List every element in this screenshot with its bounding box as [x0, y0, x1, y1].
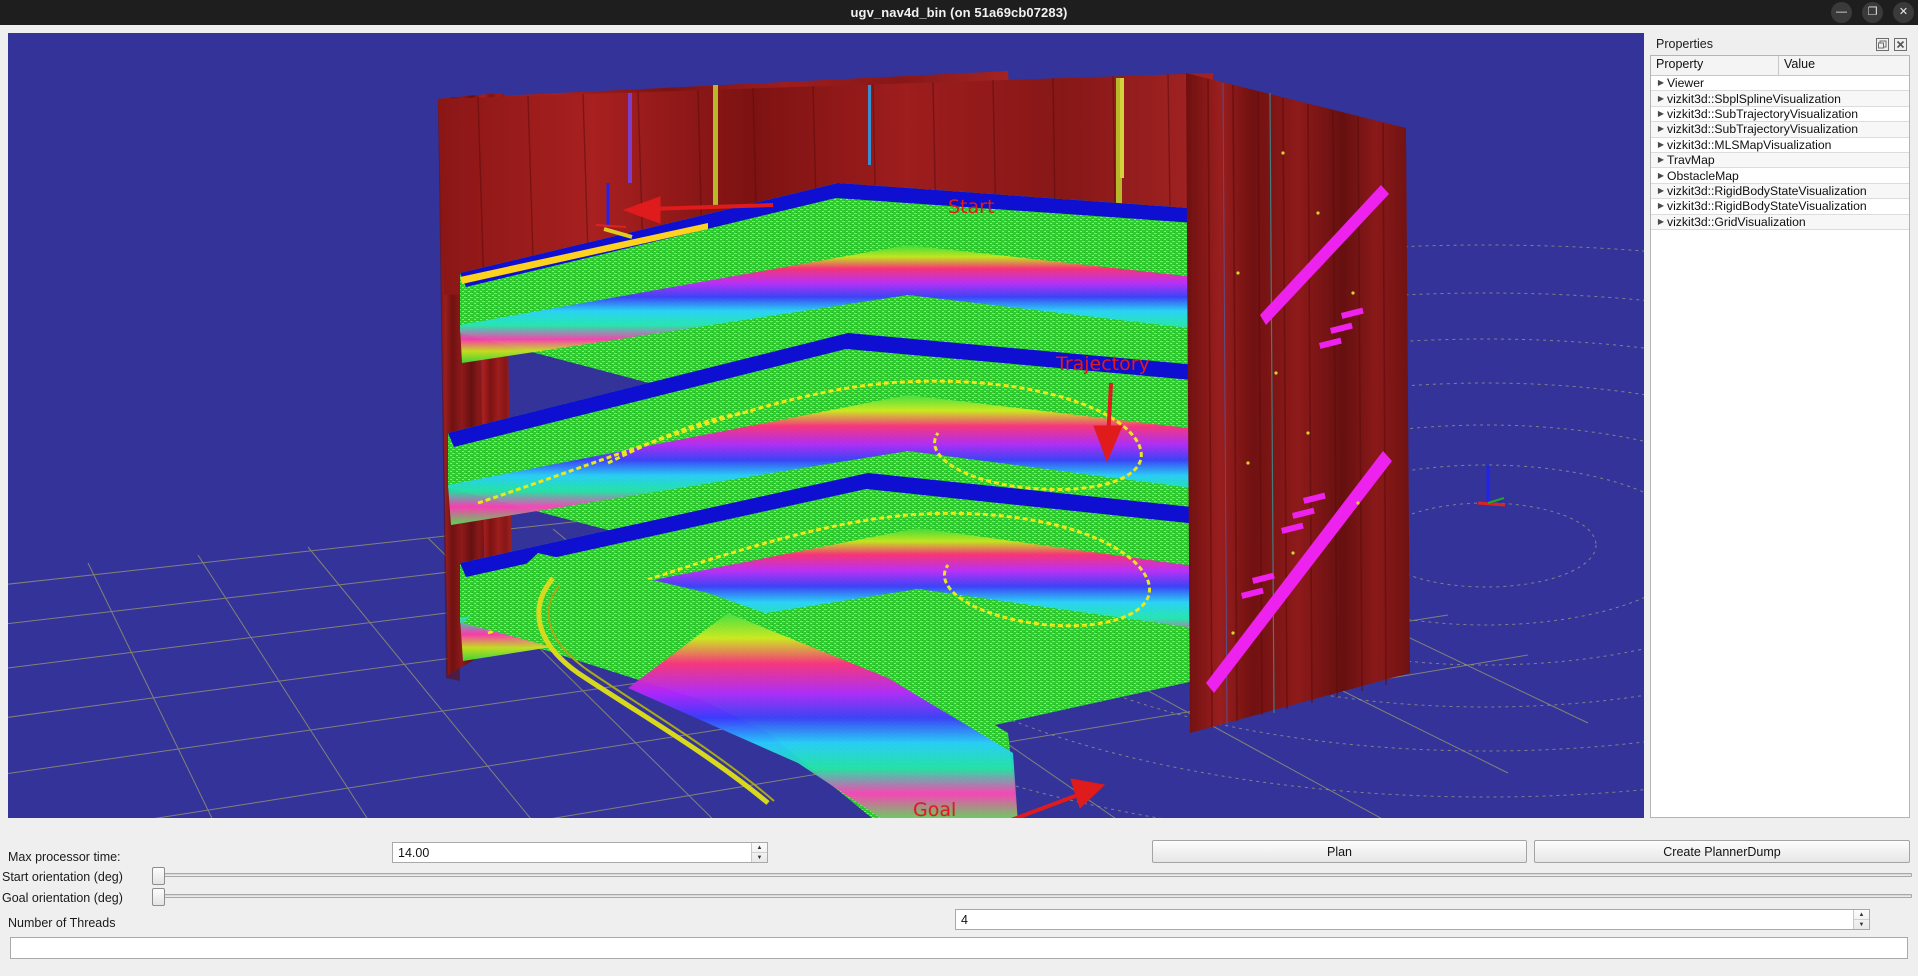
table-row[interactable]: ▶ vizkit3d::SbplSplineVisualization — [1651, 91, 1909, 107]
number-of-threads-value[interactable]: 4 — [956, 913, 1853, 927]
properties-table[interactable]: Property Value ▶ Viewer ▶ vizkit3d::Sbpl… — [1650, 55, 1910, 818]
property-label: vizkit3d::SubTrajectoryVisualization — [1667, 106, 1859, 121]
status-text-field[interactable] — [10, 937, 1908, 959]
annotation-goal: Goal — [913, 799, 957, 818]
goal-orientation-label: Goal orientation (deg) — [2, 891, 123, 905]
number-of-threads-spinbox[interactable]: 4 ▲ ▼ — [955, 909, 1870, 930]
plan-button[interactable]: Plan — [1152, 840, 1527, 863]
window-title: ugv_nav4d_bin (on 51a69cb07283) — [850, 5, 1068, 20]
spin-down-arrow[interactable]: ▼ — [752, 853, 767, 862]
property-label: vizkit3d::GridVisualization — [1667, 214, 1806, 229]
maximize-button[interactable]: ❐ — [1862, 2, 1883, 23]
property-label: vizkit3d::SubTrajectoryVisualization — [1667, 122, 1859, 137]
table-row[interactable]: ▶ vizkit3d::RigidBodyStateVisualization — [1651, 183, 1909, 200]
number-of-threads-label: Number of Threads — [8, 916, 116, 930]
spin-down-arrow[interactable]: ▼ — [1854, 920, 1869, 929]
3d-scene — [8, 33, 1644, 818]
expand-arrow-icon[interactable]: ▶ — [1655, 140, 1667, 149]
property-label: vizkit3d::RigidBodyStateVisualization — [1667, 199, 1867, 214]
window-titlebar: ugv_nav4d_bin (on 51a69cb07283) — ❐ ✕ — [0, 0, 1918, 25]
expand-arrow-icon[interactable]: ▶ — [1655, 94, 1667, 103]
close-icon[interactable] — [1893, 37, 1908, 52]
annotation-trajectory: Trajectory — [1056, 353, 1150, 375]
create-planner-dump-button[interactable]: Create PlannerDump — [1534, 840, 1910, 863]
table-row[interactable]: ▶ vizkit3d::SubTrajectoryVisualization — [1651, 106, 1909, 123]
table-row[interactable]: ▶ vizkit3d::GridVisualization — [1651, 214, 1909, 230]
properties-dock: Properties Property Value ▶ Viewer ▶ viz… — [1650, 33, 1910, 818]
spinbox-arrows[interactable]: ▲ ▼ — [751, 843, 767, 862]
slider-handle[interactable] — [152, 888, 165, 906]
property-label: vizkit3d::MLSMapVisualization — [1667, 137, 1832, 152]
spin-up-arrow[interactable]: ▲ — [1854, 910, 1869, 920]
table-row[interactable]: ▶ vizkit3d::SubTrajectoryVisualization — [1651, 122, 1909, 138]
column-header-value[interactable]: Value — [1779, 56, 1909, 75]
table-row[interactable]: ▶ Viewer — [1651, 76, 1909, 92]
expand-arrow-icon[interactable]: ▶ — [1655, 186, 1667, 195]
max-processor-time-label: Max processor time: — [8, 850, 121, 864]
max-processor-time-value[interactable]: 14.00 — [393, 846, 751, 860]
start-orientation-slider[interactable] — [152, 867, 1912, 885]
expand-arrow-icon[interactable]: ▶ — [1655, 109, 1667, 118]
max-processor-time-spinbox[interactable]: 14.00 ▲ ▼ — [392, 842, 768, 863]
controls-panel: Max processor time: 14.00 ▲ ▼ Plan Creat… — [0, 818, 1918, 976]
expand-arrow-icon[interactable]: ▶ — [1655, 156, 1667, 164]
expand-arrow-icon[interactable]: ▶ — [1655, 79, 1667, 87]
expand-arrow-icon[interactable]: ▶ — [1655, 202, 1667, 210]
properties-dock-header: Properties — [1650, 33, 1910, 55]
property-label: vizkit3d::RigidBodyStateVisualization — [1667, 183, 1867, 198]
table-row[interactable]: ▶ TravMap — [1651, 152, 1909, 169]
property-label: Viewer — [1667, 76, 1705, 91]
slider-track[interactable] — [152, 894, 1912, 898]
property-label: ObstacleMap — [1667, 168, 1739, 183]
start-orientation-label: Start orientation (deg) — [2, 870, 123, 884]
table-row[interactable]: ▶ vizkit3d::MLSMapVisualization — [1651, 137, 1909, 153]
table-row[interactable]: ▶ vizkit3d::RigidBodyStateVisualization — [1651, 199, 1909, 215]
float-icon[interactable] — [1875, 37, 1890, 52]
main-body: Start Trajectory Goal Properties Propert… — [0, 25, 1918, 818]
spin-up-arrow[interactable]: ▲ — [752, 843, 767, 853]
close-button[interactable]: ✕ — [1893, 2, 1914, 23]
annotation-start: Start — [948, 196, 995, 218]
spinbox-arrows[interactable]: ▲ ▼ — [1853, 910, 1869, 929]
expand-arrow-icon[interactable]: ▶ — [1655, 171, 1667, 180]
slider-handle[interactable] — [152, 867, 165, 885]
property-label: vizkit3d::SbplSplineVisualization — [1667, 91, 1841, 106]
window-controls: — ❐ ✕ — [1831, 0, 1914, 25]
expand-arrow-icon[interactable]: ▶ — [1655, 217, 1667, 226]
properties-table-header: Property Value — [1651, 56, 1909, 76]
minimize-button[interactable]: — — [1831, 2, 1852, 23]
table-row[interactable]: ▶ ObstacleMap — [1651, 168, 1909, 184]
goal-orientation-slider[interactable] — [152, 888, 1912, 906]
column-header-property[interactable]: Property — [1651, 56, 1779, 75]
property-label: TravMap — [1667, 153, 1715, 168]
properties-title: Properties — [1656, 37, 1713, 51]
expand-arrow-icon[interactable]: ▶ — [1655, 125, 1667, 133]
slider-track[interactable] — [152, 873, 1912, 877]
3d-viewport[interactable]: Start Trajectory Goal — [8, 33, 1644, 818]
